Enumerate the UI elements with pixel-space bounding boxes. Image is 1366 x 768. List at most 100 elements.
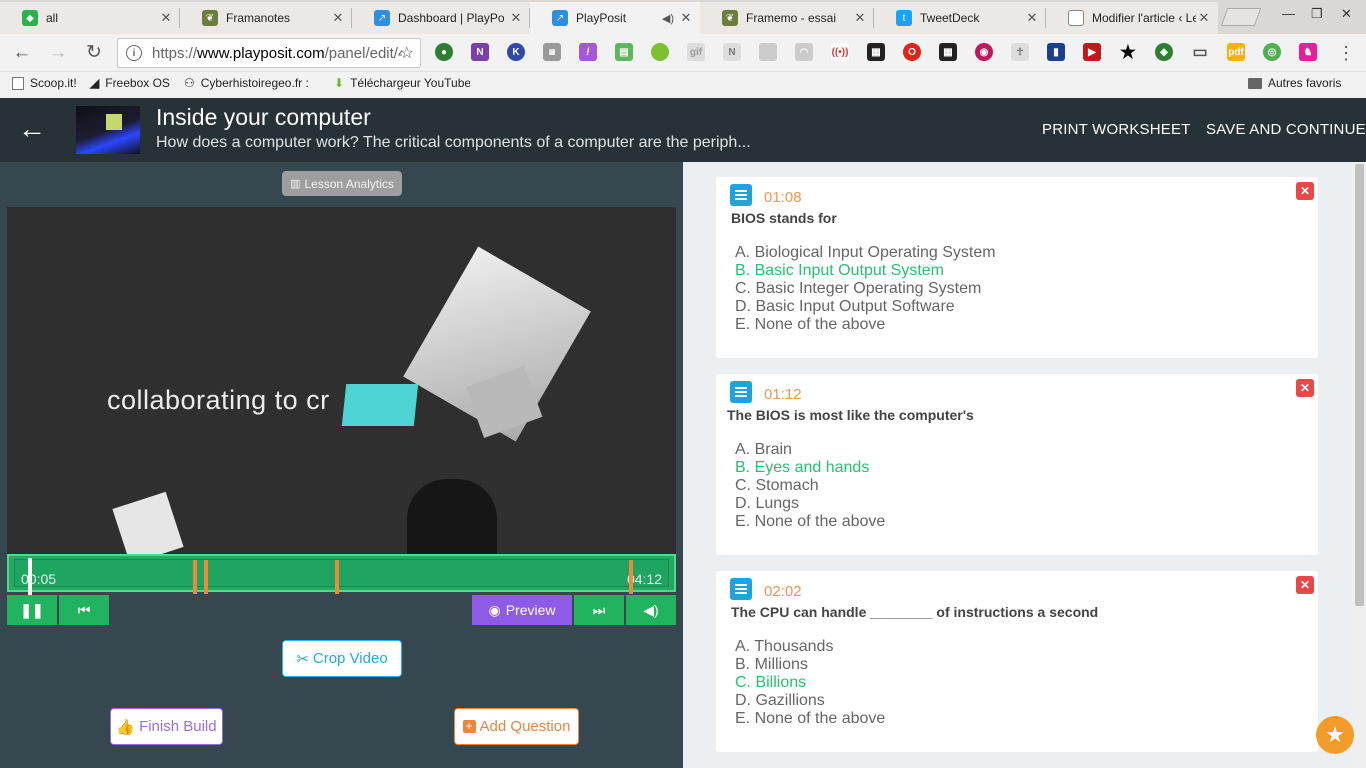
star-icon: ★	[1325, 722, 1345, 747]
browser-tab[interactable]: ◆ all ✕	[0, 2, 180, 34]
back-arrow-icon[interactable]: ←	[18, 115, 46, 143]
browser-tab[interactable]: ↗ Dashboard | PlayPo ✕	[352, 2, 530, 34]
onenote-icon[interactable]: N	[471, 43, 489, 61]
answer-option: D. Gazillions	[735, 692, 825, 709]
browser-tab[interactable]: ❦ Framanotes ✕	[180, 2, 352, 34]
framasoft-icon: ❦	[722, 10, 738, 26]
turtle-icon[interactable]: ◈	[1155, 43, 1173, 61]
n-extension-icon[interactable]: N	[723, 43, 741, 61]
bookmark-item[interactable]: ⬇ Téléchargeur YouTube	[334, 76, 470, 90]
preview-button[interactable]: ◉ Preview	[472, 595, 572, 625]
info-icon[interactable]: i	[126, 45, 142, 61]
opera-icon[interactable]: O	[903, 43, 921, 61]
other-bookmarks[interactable]: Autres favoris	[1248, 76, 1341, 90]
green-dot-icon[interactable]	[651, 43, 669, 61]
lesson-analytics-button[interactable]: ▥ Lesson Analytics	[282, 171, 402, 196]
new-tab-button[interactable]	[1220, 8, 1262, 26]
pause-button[interactable]: ❚❚	[7, 595, 57, 625]
question-marker[interactable]	[204, 560, 208, 594]
k-extension-icon[interactable]: K	[507, 43, 525, 61]
camera-icon[interactable]: ◙	[543, 43, 561, 61]
volume-button[interactable]: ◀)	[626, 595, 676, 625]
tab-label: PlayPosit	[576, 11, 627, 25]
delete-question-icon[interactable]: ✕	[1296, 576, 1314, 594]
save-and-continue-button[interactable]: SAVE AND CONTINUE	[1206, 121, 1366, 138]
gif-icon[interactable]: gif	[687, 43, 705, 61]
question-text: BIOS stands for	[731, 210, 837, 226]
menu-icon[interactable]: ⋮	[1334, 41, 1358, 65]
close-tab-icon[interactable]: ✕	[158, 10, 174, 26]
timeline-track[interactable]: 00:05 04:12	[14, 558, 669, 596]
reload-icon[interactable]: ↻	[82, 41, 106, 65]
favorite-star-button[interactable]: ★	[1316, 716, 1354, 754]
question-time: 02:02	[764, 583, 802, 600]
back-icon[interactable]: ←	[10, 41, 34, 65]
cast-icon[interactable]: ▭	[1191, 43, 1209, 61]
ankh-icon[interactable]: ☥	[1011, 43, 1029, 61]
bookmark-item[interactable]: ⚇ Cyberhistoiregeo.fr :	[184, 76, 309, 90]
video-player[interactable]: collaborating to cr	[7, 207, 676, 554]
browser-tab-active[interactable]: ↗ PlayPosit ◀) ✕	[530, 2, 700, 34]
star-extension-icon[interactable]: ★	[1119, 42, 1137, 62]
finish-build-button[interactable]: 👍 Finish Build	[110, 708, 223, 745]
question-marker[interactable]	[193, 560, 197, 594]
pen-icon[interactable]: /	[579, 43, 597, 61]
bookmark-item[interactable]: Scoop.it!	[12, 76, 77, 90]
answer-option: A. Thousands	[735, 638, 834, 655]
close-tab-icon[interactable]: ✕	[330, 10, 346, 26]
browser-tab[interactable]: t TweetDeck ✕	[874, 2, 1046, 34]
print-icon[interactable]: ▤	[615, 43, 633, 61]
lesson-title: Inside your computer	[156, 104, 371, 130]
rewind-button[interactable]: ⏮	[59, 595, 109, 625]
tab-label: Dashboard | PlayPo	[398, 11, 505, 25]
bookmark-item[interactable]: ◢ Freebox OS	[90, 76, 170, 90]
eye-extension-icon[interactable]: ◎	[1263, 43, 1281, 61]
close-tab-icon[interactable]: ✕	[1196, 10, 1212, 26]
scrollbar[interactable]	[1352, 162, 1366, 768]
tab-label: Framanotes	[226, 11, 291, 25]
close-tab-icon[interactable]: ✕	[678, 10, 694, 26]
crop-video-button[interactable]: ✂ Crop Video	[282, 640, 402, 677]
minimize-icon[interactable]: —	[1282, 6, 1295, 21]
question-card[interactable]: 01:12 ✕ The BIOS is most like the comput…	[716, 374, 1318, 555]
delete-question-icon[interactable]: ✕	[1296, 379, 1314, 397]
close-tab-icon[interactable]: ✕	[508, 10, 524, 26]
rss-icon[interactable]: ◠	[795, 43, 813, 61]
book-icon[interactable]: ▮	[1047, 43, 1065, 61]
add-question-button[interactable]: + Add Question	[454, 708, 579, 745]
answer-option-correct: C. Billions	[735, 674, 807, 691]
window-close-icon[interactable]: ✕	[1341, 6, 1352, 22]
skip-forward-button[interactable]: ⏭	[574, 595, 624, 625]
forward-icon[interactable]: →	[46, 41, 70, 65]
pdf-icon[interactable]: pdf	[1227, 43, 1245, 61]
audio-playing-icon[interactable]: ◀)	[662, 12, 674, 25]
url-text: https://www.playposit.com/panel/edit/4	[152, 44, 402, 62]
question-list-icon	[730, 184, 752, 206]
question-card[interactable]: 01:08 ✕ BIOS stands for A. Biological In…	[716, 177, 1318, 358]
question-marker[interactable]	[335, 560, 339, 594]
video-frame-person	[407, 479, 497, 554]
close-tab-icon[interactable]: ✕	[1024, 10, 1040, 26]
extension-icon[interactable]: ●	[435, 43, 453, 61]
qr-icon[interactable]: ▦	[867, 43, 885, 61]
bookmark-star-icon[interactable]: ☆	[400, 43, 414, 63]
elephant-icon[interactable]: ♞	[1299, 43, 1317, 61]
doc-icon[interactable]	[759, 43, 777, 61]
broadcast-icon[interactable]: ((•))	[831, 43, 849, 61]
delete-question-icon[interactable]: ✕	[1296, 182, 1314, 200]
print-worksheet-button[interactable]: PRINT WORKSHEET	[1042, 121, 1191, 138]
browser-tab[interactable]: Modifier l'article ‹ Le ✕	[1046, 2, 1218, 34]
question-time: 01:08	[764, 189, 802, 206]
question-list-icon	[730, 381, 752, 403]
browser-tab[interactable]: ❦ Framemo - essai ✕	[700, 2, 874, 34]
qr-icon-2[interactable]: ▦	[939, 43, 957, 61]
address-bar[interactable]: i https://www.playposit.com/panel/edit/4…	[117, 38, 421, 68]
video-timeline[interactable]: 00:05 04:12	[7, 554, 676, 596]
question-card[interactable]: 02:02 ✕ The CPU can handle ________ of i…	[716, 571, 1318, 752]
scrollbar-thumb[interactable]	[1355, 164, 1364, 606]
question-marker[interactable]	[629, 560, 633, 594]
restore-icon[interactable]: ❐	[1311, 6, 1323, 22]
close-tab-icon[interactable]: ✕	[852, 10, 868, 26]
pink-circle-icon[interactable]: ◉	[975, 43, 993, 61]
video-icon[interactable]: ▶	[1083, 43, 1101, 61]
